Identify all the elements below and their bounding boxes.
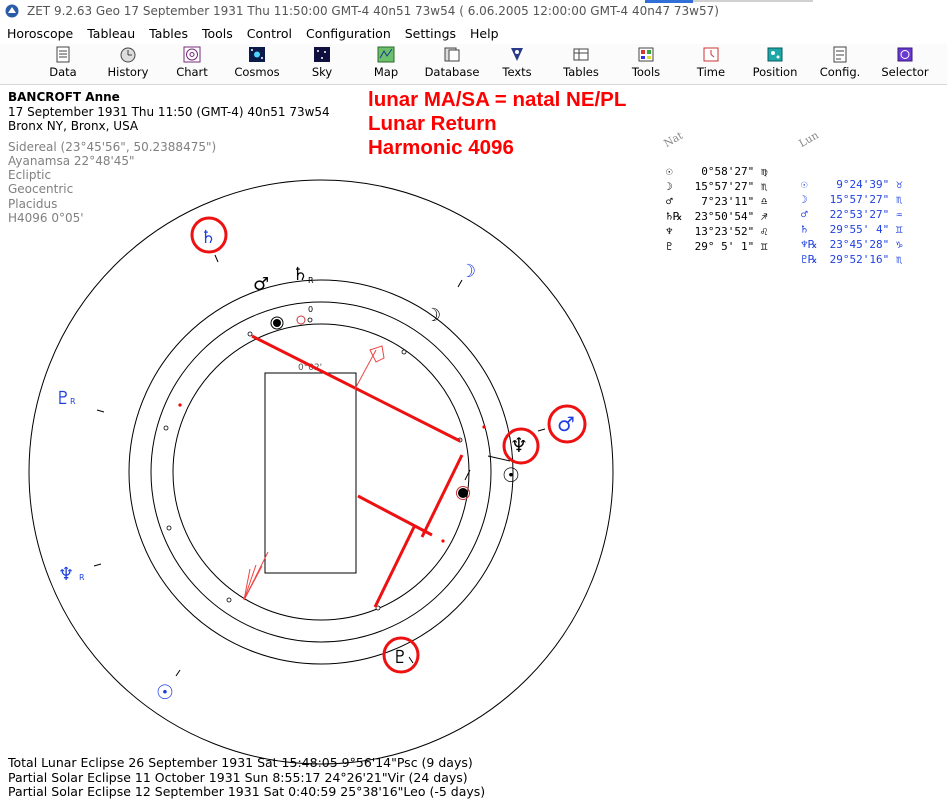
saturn-icon: ♄ — [200, 227, 216, 248]
eclipse-list: Total Lunar Eclipse 26 September 1931 Sa… — [8, 755, 486, 800]
neptune-icon: ♆ — [510, 433, 528, 457]
sun-icon: ☉ — [502, 463, 520, 487]
pluto-icon: ♇ — [55, 388, 71, 409]
center-box — [264, 372, 357, 574]
retrograde-mark: R — [79, 573, 85, 582]
retrograde-mark: R — [70, 397, 76, 406]
saturn-icon: ♄ — [292, 264, 308, 285]
neptune-icon: ♆ — [58, 564, 74, 585]
pluto-icon: ♇ — [392, 647, 408, 668]
mars-position-marker — [296, 315, 306, 325]
sun-position-marker — [458, 488, 468, 498]
red-dot-marker — [482, 425, 486, 429]
eclipse-line: Partial Solar Eclipse 11 October 1931 Su… — [8, 769, 468, 785]
mars-icon: ♂ — [253, 274, 269, 295]
sun-icon: ☉ — [156, 680, 174, 704]
eclipse-line: Total Lunar Eclipse 26 September 1931 Sa… — [8, 755, 473, 770]
moon-icon: ☽ — [425, 305, 441, 326]
chart-wheel[interactable]: 0°02' ♄ ☽ ♇ R ♆ R ☉ ♂ ♂ ♄ R ☽ 0 ♆ ☉ ♇ — [0, 0, 947, 800]
eclipse-line: Partial Solar Eclipse 12 September 1931 … — [8, 784, 486, 799]
zero-label: 0 — [308, 305, 313, 314]
mars-icon: ♂ — [557, 412, 575, 436]
moon-icon: ☽ — [460, 261, 476, 282]
saturn-position-marker — [273, 319, 281, 327]
retrograde-mark: R — [308, 276, 314, 285]
red-dot-marker — [441, 539, 445, 543]
red-dot-marker — [178, 403, 182, 407]
